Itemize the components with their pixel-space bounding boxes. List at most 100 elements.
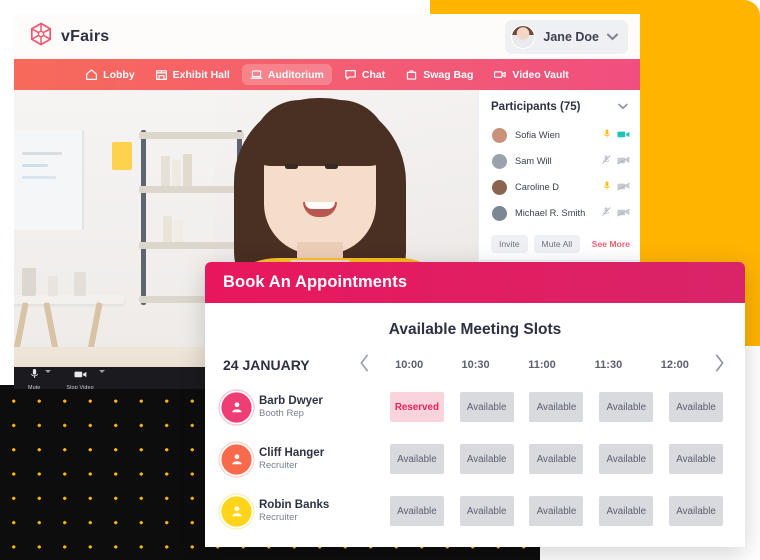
avatar xyxy=(223,497,250,525)
slot-cell[interactable]: Available xyxy=(459,496,514,526)
person-cell[interactable]: Robin Banks Recruiter xyxy=(223,497,353,525)
see-more-link[interactable]: See More xyxy=(592,239,630,249)
shopping-bag-icon xyxy=(405,68,418,81)
whiteboard xyxy=(14,130,84,230)
person-cell[interactable]: Cliff Hanger Recruiter xyxy=(223,445,353,473)
participant-status-icons xyxy=(603,126,630,144)
camera-on-icon[interactable] xyxy=(617,126,630,144)
mute-all-button[interactable]: Mute All xyxy=(533,235,581,253)
participants-header[interactable]: Participants (75) xyxy=(479,90,640,122)
selected-date: 24 JANUARY xyxy=(223,357,310,373)
slot-cells: Available Available Available Available … xyxy=(382,496,731,526)
slot-cell[interactable]: Available xyxy=(669,392,724,422)
nav-label: Swag Bag xyxy=(423,68,474,81)
participant-status-icons xyxy=(603,178,630,196)
slot-cell[interactable]: Reserved xyxy=(389,392,444,422)
slot-cell[interactable]: Available xyxy=(389,444,444,474)
video-camera-icon xyxy=(74,366,87,384)
chevron-up-icon[interactable] xyxy=(45,369,52,373)
time-header: 10:30 xyxy=(461,359,490,371)
microphone-on-icon[interactable] xyxy=(603,126,611,144)
participant-name: Michael R. Smith xyxy=(515,208,586,218)
time-column-headers: 10:00 10:30 11:00 11:30 12:00 xyxy=(376,359,708,371)
avatar xyxy=(223,445,250,473)
participant-row[interactable]: Caroline D xyxy=(479,174,640,200)
book-appointment-modal: Book An Appointments Available Meeting S… xyxy=(205,262,745,547)
mute-button[interactable]: Mute xyxy=(28,366,52,390)
avatar xyxy=(491,204,508,222)
nav-item-swag-bag[interactable]: Swag Bag xyxy=(397,64,481,85)
microphone-on-icon[interactable] xyxy=(603,178,611,196)
nav-item-auditorium[interactable]: Auditorium xyxy=(241,64,332,85)
chat-bubble-icon xyxy=(344,68,357,81)
appointment-row: Barb Dwyer Booth Rep Reserved Available … xyxy=(205,381,745,433)
time-header: 12:00 xyxy=(660,359,689,371)
control-label: Mute xyxy=(28,384,41,390)
nav-label: Chat xyxy=(361,68,386,81)
nav-label: Exhibit Hall xyxy=(172,68,230,81)
participant-row[interactable]: Sam Will xyxy=(479,148,640,174)
nav-label: Auditorium xyxy=(267,68,324,81)
time-header: 10:00 xyxy=(395,359,424,371)
nav-item-video-vault[interactable]: Video Vault xyxy=(485,64,576,85)
slot-cell[interactable]: Available xyxy=(459,392,514,422)
nav-item-lobby[interactable]: Lobby xyxy=(77,64,143,85)
person-info: Cliff Hanger Recruiter xyxy=(259,446,324,472)
avatar xyxy=(511,24,536,49)
user-name: Jane Doe xyxy=(543,29,599,44)
control-label: Stop Video xyxy=(66,384,94,390)
slot-cell[interactable]: Available xyxy=(529,496,584,526)
chevron-right-icon[interactable] xyxy=(708,354,731,377)
stop-video-button[interactable]: Stop Video xyxy=(66,366,105,390)
invite-button[interactable]: Invite xyxy=(491,235,528,253)
chevron-up-icon[interactable] xyxy=(98,369,105,373)
avatar xyxy=(491,152,508,170)
slot-cell[interactable]: Available xyxy=(529,392,584,422)
participant-row[interactable]: Sofia Wien xyxy=(479,122,640,148)
slot-cell[interactable]: Available xyxy=(459,444,514,474)
chevron-down-icon[interactable] xyxy=(618,102,628,112)
slot-cell[interactable]: Available xyxy=(389,496,444,526)
sticky-note xyxy=(112,142,132,170)
avatar xyxy=(491,126,508,144)
slot-cell[interactable]: Available xyxy=(599,392,654,422)
slot-cell[interactable]: Available xyxy=(599,496,654,526)
chevron-down-icon xyxy=(607,28,618,46)
nav-item-exhibit-hall[interactable]: Exhibit Hall xyxy=(147,64,238,85)
microphone-icon xyxy=(30,366,39,384)
participant-row[interactable]: Michael R. Smith xyxy=(479,200,640,226)
nav-item-chat[interactable]: Chat xyxy=(336,64,393,85)
person-cell[interactable]: Barb Dwyer Booth Rep xyxy=(223,393,353,421)
slot-cell[interactable]: Available xyxy=(599,444,654,474)
camera-off-icon[interactable] xyxy=(617,178,630,196)
slot-cells: Available Available Available Available … xyxy=(382,444,731,474)
time-header: 11:00 xyxy=(528,359,556,371)
person-name: Barb Dwyer xyxy=(259,394,323,407)
chevron-left-icon[interactable] xyxy=(353,354,376,377)
modal-subtitle: Available Meeting Slots xyxy=(388,321,562,338)
nav-label: Video Vault xyxy=(512,68,569,81)
participant-name: Sam Will xyxy=(515,156,552,166)
user-menu-button[interactable]: Jane Doe xyxy=(505,19,628,54)
person-role: Recruiter xyxy=(259,460,298,472)
person-name: Robin Banks xyxy=(259,498,330,511)
store-icon xyxy=(155,68,168,81)
slot-cell[interactable]: Available xyxy=(669,444,724,474)
avatar xyxy=(223,393,250,421)
microphone-off-icon[interactable] xyxy=(602,152,611,170)
time-header: 11:30 xyxy=(594,359,623,371)
brand[interactable]: vFairs xyxy=(30,22,109,51)
brand-name: vFairs xyxy=(61,27,110,45)
slot-cell[interactable]: Available xyxy=(529,444,584,474)
camera-off-icon[interactable] xyxy=(617,204,630,222)
participant-name: Caroline D xyxy=(515,182,559,192)
person-info: Barb Dwyer Booth Rep xyxy=(259,394,323,420)
participant-status-icons xyxy=(602,152,630,170)
camera-off-icon[interactable] xyxy=(617,152,630,170)
person-name: Cliff Hanger xyxy=(259,446,325,459)
participants-actions: Invite Mute All See More xyxy=(479,226,640,260)
appointment-row: Cliff Hanger Recruiter Available Availab… xyxy=(205,433,745,485)
microphone-off-icon[interactable] xyxy=(602,204,611,222)
app-header: vFairs Jane Doe xyxy=(14,14,640,59)
slot-cell[interactable]: Available xyxy=(669,496,724,526)
